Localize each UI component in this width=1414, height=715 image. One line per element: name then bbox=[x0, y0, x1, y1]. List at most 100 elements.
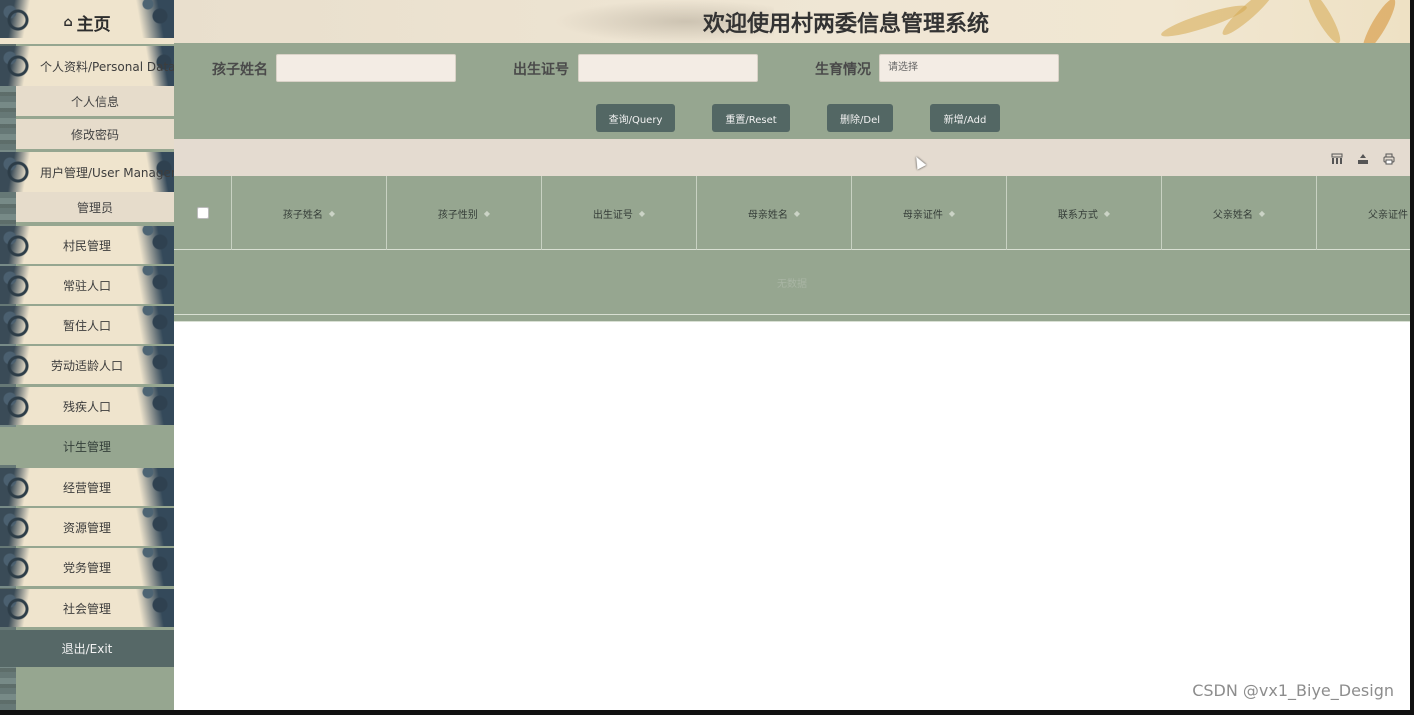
data-table: 孩子姓名 ◆ 孩子性别 ◆ 出生证号 ◆ 母亲姓名 ◆ 母亲证件 ◆ 联系方式 ◆ 父亲姓名… bbox=[174, 176, 1410, 322]
wave-decor-right bbox=[126, 346, 174, 384]
empty-table-text: 无数据 bbox=[777, 279, 807, 290]
column-header-father-id[interactable]: 父亲证件 bbox=[1317, 176, 1410, 250]
wave-decor-left bbox=[0, 589, 42, 627]
column-header-mother-name[interactable]: 母亲姓名 ◆ bbox=[697, 176, 852, 250]
wave-decor-right bbox=[126, 548, 174, 586]
column-header-child-name[interactable]: 孩子姓名 ◆ bbox=[232, 176, 387, 250]
column-header-contact[interactable]: 联系方式 ◆ bbox=[1007, 176, 1162, 250]
column-header-label: 母亲姓名 bbox=[747, 209, 788, 221]
wave-decor-left bbox=[0, 508, 42, 546]
sort-icon: ◆ bbox=[948, 208, 956, 218]
table-divider bbox=[174, 314, 1410, 315]
column-header-label: 出生证号 bbox=[592, 209, 633, 221]
wave-decor-right bbox=[126, 589, 174, 627]
sort-icon: ◆ bbox=[793, 208, 801, 218]
sidebar-group-user-management[interactable]: 用户管理/User Management bbox=[0, 152, 174, 192]
sidebar: ⌂ 主页 个人资料/Personal Data 个人信息 修改密码 用户管理/U… bbox=[0, 0, 174, 710]
sidebar-item-change-password[interactable]: 修改密码 bbox=[16, 119, 174, 149]
columns-icon[interactable] bbox=[1327, 150, 1347, 168]
sidebar-item-label: 暂住人口 bbox=[62, 318, 111, 333]
sidebar-item-labor-age[interactable]: 劳动适龄人口 bbox=[0, 346, 174, 384]
wave-decor-right bbox=[126, 266, 174, 304]
column-header-label: 联系方式 bbox=[1057, 209, 1098, 221]
wave-decor-left bbox=[0, 266, 42, 304]
sidebar-item-label: 村民管理 bbox=[62, 238, 111, 253]
column-header-child-gender[interactable]: 孩子性别 ◆ bbox=[387, 176, 542, 250]
sidebar-item-resources[interactable]: 资源管理 bbox=[0, 508, 174, 546]
search-panel: 孩子姓名 出生证号 生育情况 请选择 查询/Query 重置/Reset 删除/… bbox=[174, 43, 1410, 139]
sidebar-home-label: 主页 bbox=[76, 14, 111, 35]
wave-decor-right bbox=[126, 508, 174, 546]
page-title: 欢迎使用村两委信息管理系统 bbox=[702, 12, 989, 37]
sidebar-item-party[interactable]: 党务管理 bbox=[0, 548, 174, 586]
export-icon[interactable] bbox=[1353, 150, 1373, 168]
column-header-label: 孩子性别 bbox=[437, 209, 478, 221]
wave-decor-right bbox=[126, 306, 174, 344]
sidebar-item-temporary[interactable]: 暂住人口 bbox=[0, 306, 174, 344]
fertility-label: 生育情况 bbox=[815, 62, 871, 78]
sidebar-item-family-planning[interactable]: 计生管理 bbox=[0, 427, 174, 465]
sidebar-item-personal-info[interactable]: 个人信息 bbox=[16, 86, 174, 116]
sidebar-item-label: 社会管理 bbox=[62, 601, 111, 616]
column-header-father-name[interactable]: 父亲姓名 ◆ bbox=[1162, 176, 1317, 250]
sidebar-item-resident[interactable]: 常驻人口 bbox=[0, 266, 174, 304]
sidebar-item-label: 计生管理 bbox=[62, 439, 111, 454]
table-toolbar bbox=[174, 139, 1410, 176]
column-header-label: 孩子姓名 bbox=[282, 209, 323, 221]
column-header-birth-cert[interactable]: 出生证号 ◆ bbox=[542, 176, 697, 250]
wave-decor-right bbox=[126, 226, 174, 264]
column-header-label: 父亲姓名 bbox=[1212, 209, 1253, 221]
wave-decor-left bbox=[0, 548, 42, 586]
sort-icon: ◆ bbox=[328, 208, 336, 218]
wave-decor-left bbox=[0, 226, 42, 264]
wave-decor-left bbox=[0, 0, 42, 38]
wave-decor-right bbox=[126, 0, 174, 38]
wave-decor-right bbox=[126, 468, 174, 506]
mouse-cursor-icon bbox=[911, 154, 927, 170]
reset-button[interactable]: 重置/Reset bbox=[712, 104, 790, 132]
sidebar-item-social[interactable]: 社会管理 bbox=[0, 589, 174, 627]
wave-decor-left bbox=[0, 387, 42, 425]
wave-decor-left bbox=[0, 346, 42, 384]
fertility-select[interactable]: 请选择 bbox=[879, 54, 1059, 82]
birth-cert-label: 出生证号 bbox=[513, 62, 569, 78]
top-header: 欢迎使用村两委信息管理系统 bbox=[174, 0, 1410, 43]
sidebar-item-label: 劳动适龄人口 bbox=[50, 358, 123, 373]
delete-button[interactable]: 删除/Del bbox=[827, 104, 893, 132]
child-name-label: 孩子姓名 bbox=[212, 62, 268, 78]
table-header: 孩子姓名 ◆ 孩子性别 ◆ 出生证号 ◆ 母亲姓名 ◆ 母亲证件 ◆ 联系方式 ◆ 父亲姓名… bbox=[174, 176, 1410, 250]
exit-label: 退出/Exit bbox=[61, 642, 113, 656]
column-header-mother-id[interactable]: 母亲证件 ◆ bbox=[852, 176, 1007, 250]
app-window: ⌂ 主页 个人资料/Personal Data 个人信息 修改密码 用户管理/U… bbox=[0, 0, 1410, 710]
select-all-checkbox[interactable] bbox=[196, 207, 209, 219]
sidebar-item-label: 经营管理 bbox=[62, 480, 111, 495]
sidebar-item-label: 资源管理 bbox=[62, 520, 111, 535]
add-button[interactable]: 新增/Add bbox=[930, 104, 1000, 132]
print-icon[interactable] bbox=[1379, 150, 1399, 168]
sidebar-item-business[interactable]: 经营管理 bbox=[0, 468, 174, 506]
sort-icon: ◆ bbox=[638, 208, 646, 218]
sidebar-item-villager[interactable]: 村民管理 bbox=[0, 226, 174, 264]
home-icon: ⌂ bbox=[63, 14, 73, 30]
query-button[interactable]: 查询/Query bbox=[596, 104, 675, 132]
wave-decor-left bbox=[0, 468, 42, 506]
sidebar-item-disabled[interactable]: 残疾人口 bbox=[0, 387, 174, 425]
column-header-label: 父亲证件 bbox=[1368, 209, 1408, 221]
exit-button[interactable]: 退出/Exit bbox=[0, 630, 174, 667]
sidebar-home[interactable]: ⌂ 主页 bbox=[0, 0, 174, 44]
wave-decor-left bbox=[0, 306, 42, 344]
column-header-label: 母亲证件 bbox=[902, 209, 943, 221]
sidebar-group-label: 用户管理/User Management bbox=[40, 165, 174, 180]
sort-icon: ◆ bbox=[1103, 208, 1111, 218]
sidebar-item-admin[interactable]: 管理员 bbox=[16, 192, 174, 222]
wave-decor-left bbox=[0, 46, 42, 86]
select-all-cell bbox=[174, 176, 232, 250]
wave-decor-right bbox=[126, 387, 174, 425]
sidebar-item-label: 常驻人口 bbox=[62, 278, 111, 293]
sidebar-item-label: 党务管理 bbox=[62, 560, 111, 575]
watermark: CSDN @vx1_Biye_Design bbox=[1192, 681, 1394, 700]
sidebar-group-personal[interactable]: 个人资料/Personal Data bbox=[0, 46, 174, 86]
child-name-input[interactable] bbox=[276, 54, 456, 82]
sort-icon: ◆ bbox=[1258, 208, 1266, 218]
birth-cert-input[interactable] bbox=[578, 54, 758, 82]
